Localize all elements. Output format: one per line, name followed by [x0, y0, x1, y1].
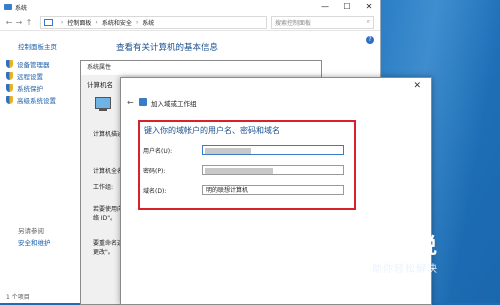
- watermark-main: 百科全说: [350, 234, 438, 258]
- breadcrumb-system[interactable]: 系统: [142, 18, 154, 27]
- dialog-title: 加入域或工作组: [151, 100, 197, 108]
- workgroup-label: 工作组:: [93, 184, 114, 191]
- status-item-count: 1 个项目: [6, 294, 30, 301]
- highlight-box: 键入你的域帐户的用户名、密码和域名 用户名(U): 密码(P): 域名(D): …: [138, 120, 356, 210]
- password-label: 密码(P):: [143, 167, 166, 175]
- domain-field[interactable]: 明的联想计算机: [202, 185, 344, 195]
- address-bar: ← → ↑ › 控制面板 › 系统和安全 › 系统 搜索控制面板 ⌕: [0, 14, 380, 31]
- breadcrumb-system-security[interactable]: 系统和安全: [102, 18, 132, 27]
- username-row: 用户名(U):: [143, 144, 348, 156]
- back-arrow-icon[interactable]: ←: [127, 98, 134, 107]
- left-nav: 控制面板主页 设备管理器 远程设置 系统保护 高级系统设置: [0, 31, 80, 303]
- wizard-text-line2: 络 ID"。: [93, 215, 117, 222]
- computer-description-label: 计算机描述: [93, 131, 124, 138]
- system-window-icon: [4, 4, 12, 10]
- security-maintenance-link[interactable]: 安全和维护: [18, 237, 51, 247]
- see-also-label: 另请参阅: [18, 227, 44, 235]
- up-arrow-icon[interactable]: ↑: [24, 18, 34, 27]
- shield-icon: [6, 84, 13, 92]
- domain-row: 域名(D): 明的联想计算机: [143, 184, 348, 196]
- shield-icon: [6, 60, 13, 68]
- forward-arrow-icon[interactable]: →: [14, 18, 24, 27]
- dialog-close-button[interactable]: ✕: [413, 81, 421, 91]
- shield-icon: [6, 72, 13, 80]
- sidebar-item-device-manager[interactable]: 设备管理器: [6, 59, 50, 69]
- password-field[interactable]: [202, 165, 344, 175]
- help-icon[interactable]: ?: [366, 36, 374, 44]
- sidebar-item-remote-settings[interactable]: 远程设置: [6, 71, 43, 81]
- maximize-button[interactable]: ☐: [336, 0, 358, 14]
- close-button[interactable]: ✕: [358, 0, 380, 14]
- search-input[interactable]: 搜索控制面板 ⌕: [271, 15, 374, 29]
- rename-text-line2: 更改"。: [93, 249, 114, 256]
- system-window-title: 系统: [15, 4, 28, 12]
- minimize-button[interactable]: —: [314, 0, 336, 14]
- full-name-label: 计算机全名: [93, 168, 124, 175]
- watermark-sub: 助你轻松解决: [372, 264, 438, 275]
- username-label: 用户名(U):: [143, 147, 173, 155]
- credentials-prompt: 键入你的域帐户的用户名、密码和域名: [144, 126, 280, 135]
- watermark: 百科全说 助你轻松解决: [350, 230, 438, 275]
- breadcrumb[interactable]: › 控制面板 › 系统和安全 › 系统: [40, 15, 267, 29]
- computer-icon: [44, 18, 53, 26]
- tab-computer-name[interactable]: 计算机名: [87, 79, 113, 89]
- page-title: 查看有关计算机的基本信息: [116, 43, 219, 53]
- breadcrumb-control-panel[interactable]: 控制面板: [67, 18, 91, 27]
- properties-title: 系统属性: [81, 61, 321, 75]
- domain-icon: [139, 98, 147, 106]
- sidebar-item-system-protection[interactable]: 系统保护: [6, 83, 43, 93]
- control-panel-home-link[interactable]: 控制面板主页: [18, 41, 57, 51]
- redacted-value: [205, 168, 273, 174]
- sidebar-item-advanced-settings[interactable]: 高级系统设置: [6, 95, 56, 105]
- back-arrow-icon[interactable]: ←: [4, 18, 14, 27]
- search-icon: ⌕: [366, 18, 370, 25]
- search-placeholder: 搜索控制面板: [275, 19, 312, 27]
- system-titlebar: 系统 — ☐ ✕: [0, 0, 380, 14]
- username-field[interactable]: [202, 145, 344, 155]
- redacted-value: [205, 148, 251, 154]
- computer-icon: [95, 97, 111, 109]
- domain-label: 域名(D):: [143, 187, 167, 195]
- shield-icon: [6, 96, 13, 104]
- password-row: 密码(P):: [143, 164, 348, 176]
